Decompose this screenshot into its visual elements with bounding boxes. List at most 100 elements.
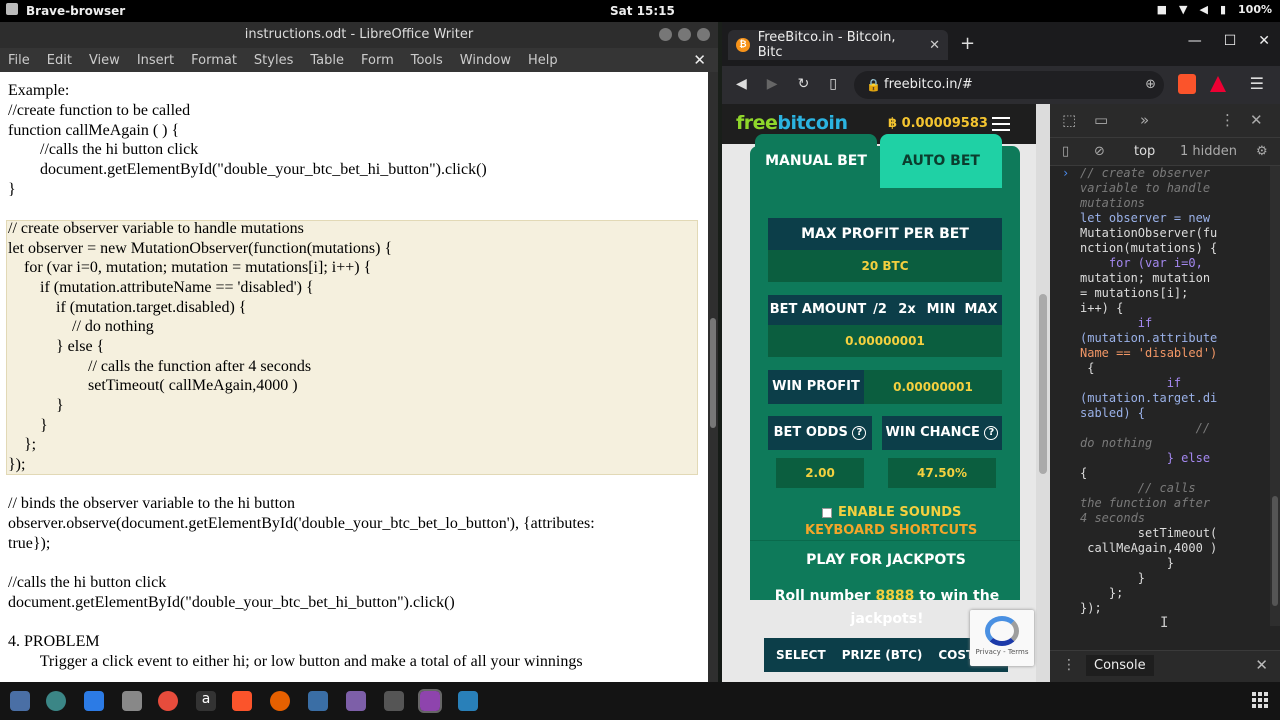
maximize-button[interactable] <box>678 28 691 41</box>
bet-half-button[interactable]: /2 <box>868 295 892 325</box>
menu-form[interactable]: Form <box>361 53 394 68</box>
doc-line[interactable]: observer.observe(document.getElementById… <box>8 515 595 533</box>
enable-sounds-toggle[interactable]: ENABLE SOUNDS <box>822 505 961 520</box>
doc-line[interactable]: function callMeAgain ( ) { <box>8 122 179 140</box>
doc-line[interactable]: } else { <box>8 338 104 356</box>
browser-tab[interactable]: ₿ FreeBitco.in - Bitcoin, Bitc ✕ <box>728 30 948 60</box>
doc-line[interactable]: 4. PROBLEM <box>8 633 100 651</box>
maximize-icon[interactable]: ☐ <box>1224 33 1237 49</box>
doc-line[interactable]: true}); <box>8 535 50 553</box>
doc-line[interactable]: // create observer variable to handle mu… <box>8 220 304 238</box>
menu-tools[interactable]: Tools <box>411 53 443 68</box>
doc-line[interactable]: Trigger a click event to either hi; or l… <box>8 653 583 671</box>
bet-min-button[interactable]: MIN <box>922 295 960 325</box>
files-icon[interactable] <box>10 691 30 711</box>
site-logo[interactable]: freebitcoin <box>736 112 848 134</box>
tab-manual-bet[interactable]: MANUAL BET <box>755 134 877 188</box>
screen-recorder-icon[interactable] <box>346 691 366 711</box>
device-toolbar-icon[interactable]: ▭ <box>1094 111 1108 129</box>
battery-icon[interactable]: ▮ <box>1220 3 1226 16</box>
scrollbar-thumb[interactable] <box>710 318 716 428</box>
doc-line[interactable]: document.getElementById("double_your_btc… <box>8 161 487 179</box>
camera-icon[interactable]: ■ <box>1157 3 1167 16</box>
scrollbar-thumb[interactable] <box>1039 294 1047 474</box>
menu-view[interactable]: View <box>89 53 120 68</box>
menu-styles[interactable]: Styles <box>254 53 293 68</box>
activities-icon[interactable] <box>6 3 18 15</box>
doc-line[interactable]: } <box>8 397 64 415</box>
url-bar[interactable]: 🔒 freebitco.in/# ⊕ <box>854 71 1164 99</box>
browser-menu-icon[interactable]: ☰ <box>1250 74 1264 93</box>
wifi-icon[interactable]: ▼ <box>1179 3 1187 16</box>
lock-icon[interactable]: 🔒 <box>866 71 881 99</box>
help-ring-icon[interactable] <box>158 691 178 711</box>
brave-active-icon[interactable] <box>418 689 442 713</box>
bet-double-button[interactable]: 2x <box>892 295 922 325</box>
active-app-name[interactable]: Brave-browser <box>26 4 125 18</box>
window-titlebar[interactable]: instructions.odt - LibreOffice Writer <box>0 22 718 48</box>
console-tab[interactable]: Console <box>1086 655 1154 676</box>
zoom-icon[interactable]: ⊕ <box>1145 71 1156 99</box>
menu-table[interactable]: Table <box>310 53 344 68</box>
hidden-count[interactable]: 1 hidden <box>1180 144 1237 159</box>
menu-edit[interactable]: Edit <box>47 53 72 68</box>
app-icon[interactable] <box>46 691 66 711</box>
app-grid-icon[interactable] <box>1252 692 1268 708</box>
help-icon[interactable]: ? <box>852 425 867 440</box>
checkbox-icon[interactable] <box>822 507 832 518</box>
amazon-icon[interactable]: a <box>196 691 216 711</box>
brave-icon[interactable] <box>232 691 252 711</box>
keyboard-shortcuts-link[interactable]: KEYBOARD SHORTCUTS <box>805 523 977 538</box>
doc-line[interactable]: //calls the hi button click <box>8 141 198 159</box>
editor-icon[interactable] <box>458 691 478 711</box>
firefox-icon[interactable] <box>270 691 290 711</box>
back-icon[interactable]: ◀ <box>736 76 747 92</box>
minimize-icon[interactable]: — <box>1188 33 1202 49</box>
page-scrollbar[interactable] <box>1036 104 1050 682</box>
inspect-element-icon[interactable]: ⬚ <box>1062 111 1076 129</box>
close-document-icon[interactable]: ✕ <box>693 51 706 69</box>
doc-line[interactable]: document.getElementById("double_your_btc… <box>8 594 455 612</box>
devtools-menu-icon[interactable]: ⋮ <box>1220 111 1235 129</box>
hamburger-menu-icon[interactable] <box>992 117 1010 135</box>
doc-line[interactable]: //create function to be called <box>8 102 190 120</box>
reload-icon[interactable]: ↻ <box>798 76 810 92</box>
doc-line[interactable]: // binds the observer variable to the hi… <box>8 495 295 513</box>
col-select[interactable]: SELECT <box>776 648 826 662</box>
forward-icon[interactable]: ▶ <box>767 76 778 92</box>
console-scrollbar[interactable] <box>1270 166 1280 626</box>
new-tab-icon[interactable]: + <box>960 33 975 54</box>
tab-auto-bet[interactable]: AUTO BET <box>880 134 1002 188</box>
help-icon[interactable]: ? <box>984 425 999 440</box>
game-icon[interactable] <box>384 691 404 711</box>
menu-insert[interactable]: Insert <box>137 53 174 68</box>
document-scrollbar[interactable] <box>708 72 718 682</box>
drawer-menu-icon[interactable]: ⋮ <box>1062 657 1076 673</box>
volume-icon[interactable]: ◀ <box>1199 3 1207 16</box>
doc-line[interactable]: if (mutation.target.disabled) { <box>8 299 246 317</box>
close-devtools-icon[interactable]: ✕ <box>1250 111 1263 129</box>
close-drawer-icon[interactable]: ✕ <box>1255 656 1268 674</box>
win-chance-input[interactable]: 47.50% <box>888 458 996 488</box>
doc-line[interactable]: Example: <box>8 82 69 100</box>
menu-format[interactable]: Format <box>191 53 237 68</box>
close-button[interactable] <box>697 28 710 41</box>
document-page[interactable]: Example: //create function to be called … <box>0 72 708 682</box>
screenshot-icon[interactable] <box>122 691 142 711</box>
brave-shields-icon[interactable] <box>1178 74 1196 94</box>
brave-rewards-icon[interactable] <box>1210 76 1226 92</box>
close-window-icon[interactable]: ✕ <box>1258 33 1270 49</box>
doc-line[interactable]: for (var i=0, mutation; mutation = mutat… <box>8 259 371 277</box>
doc-line[interactable]: } <box>8 417 48 435</box>
bookmark-icon[interactable]: ▯ <box>829 76 837 92</box>
vscode-icon[interactable] <box>308 691 328 711</box>
recaptcha-badge[interactable]: Privacy - Terms <box>970 610 1034 666</box>
clock[interactable]: Sat 15:15 <box>610 4 675 18</box>
url-text[interactable]: freebitco.in/# <box>884 77 973 92</box>
doc-line[interactable]: setTimeout( callMeAgain,4000 ) <box>8 377 298 395</box>
doc-line[interactable]: } <box>8 181 16 199</box>
console-output[interactable]: › // create observer variable to handle … <box>1050 166 1280 631</box>
doc-line[interactable]: let observer = new MutationObserver(func… <box>8 240 392 258</box>
close-tab-icon[interactable]: ✕ <box>929 38 940 53</box>
doc-line[interactable]: // calls the function after 4 seconds <box>8 358 311 376</box>
